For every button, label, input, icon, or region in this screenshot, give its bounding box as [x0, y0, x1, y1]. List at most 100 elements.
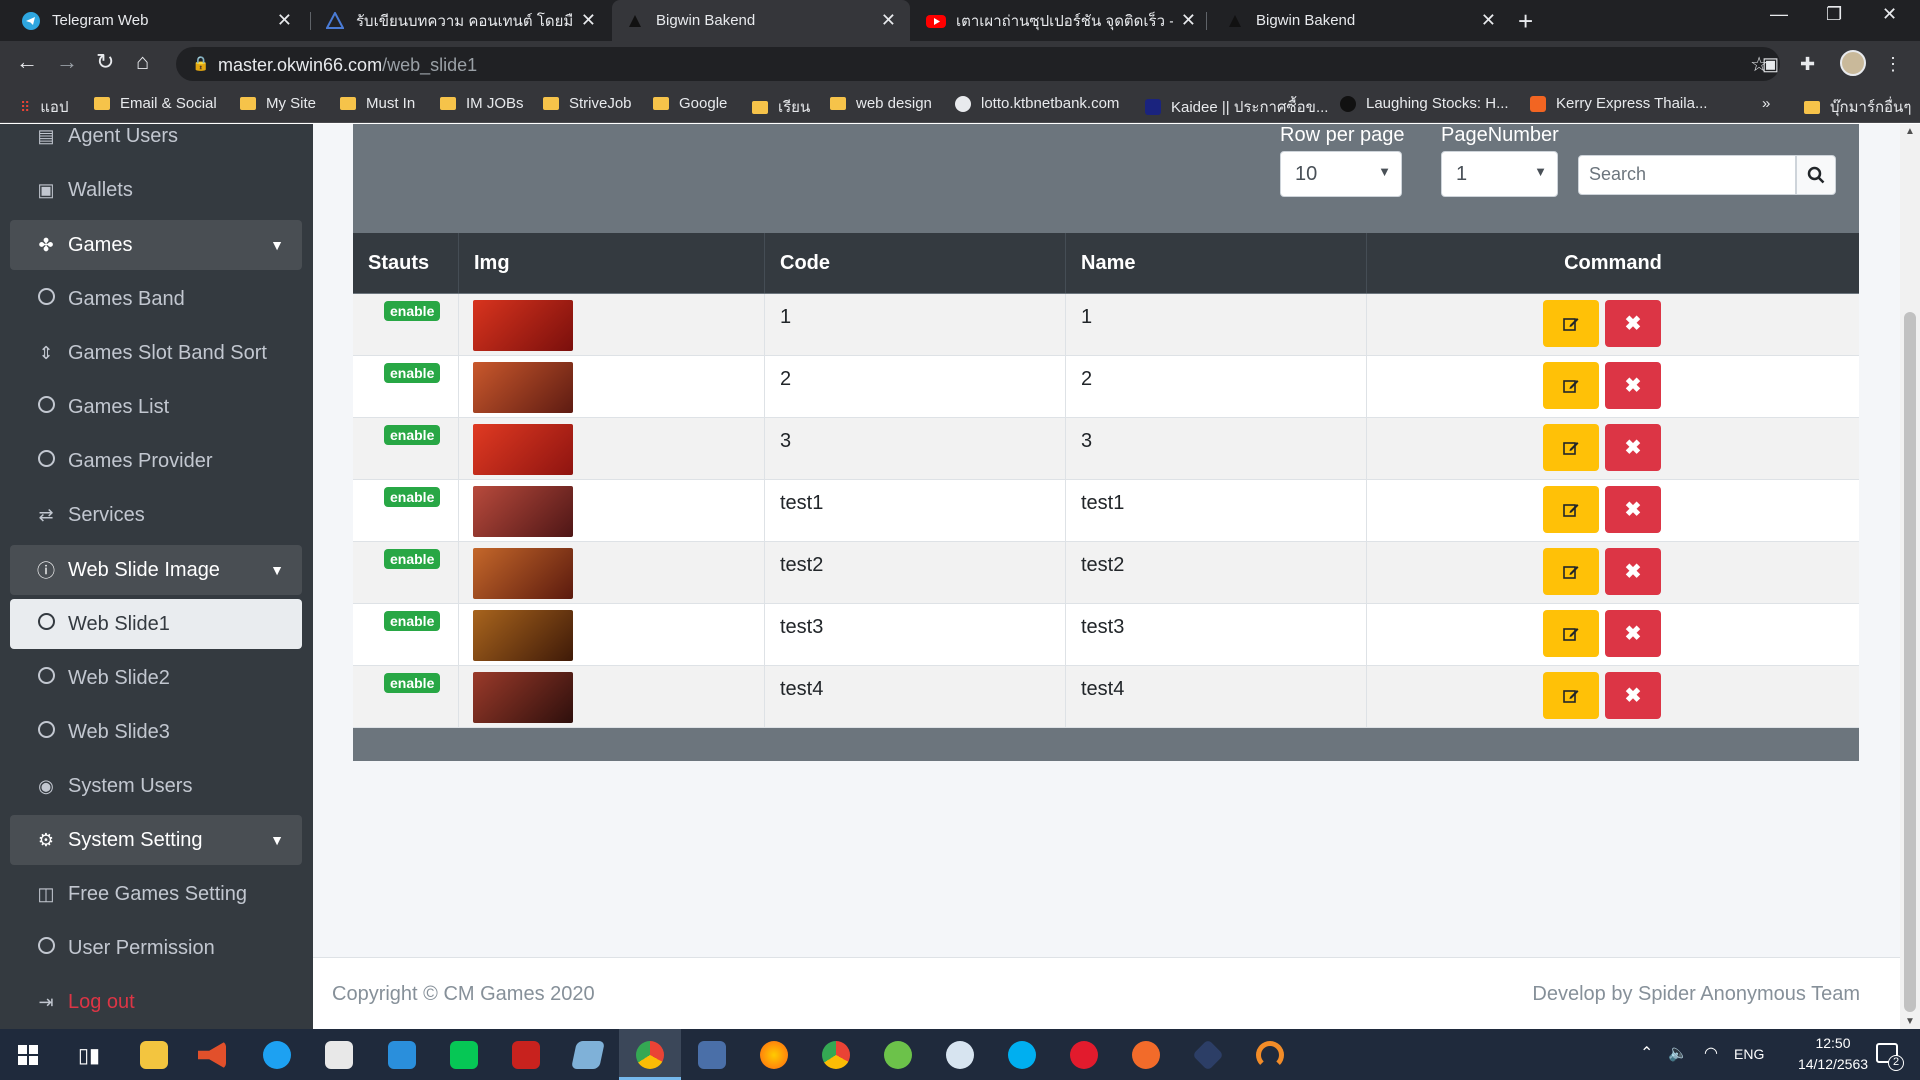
edit-button[interactable]	[1543, 424, 1599, 471]
delete-button[interactable]: ✖	[1605, 362, 1661, 409]
close-icon[interactable]: ✕	[881, 10, 896, 31]
sidebar-item-free-games-setting[interactable]: ◫ Free Games Setting	[10, 869, 302, 919]
close-icon[interactable]: ✕	[277, 10, 292, 31]
sidebar-item-log-out[interactable]: ⇥ Log out	[10, 977, 302, 1027]
sidebar-item-games-slot-band-sort[interactable]: ⇕ Games Slot Band Sort	[10, 328, 302, 378]
wifi-icon[interactable]: ◠	[1704, 1043, 1718, 1063]
bookmark-folder[interactable]: Must In	[340, 95, 415, 112]
extension-icon[interactable]: ▣	[1762, 54, 1779, 75]
restore-icon[interactable]: ❐	[1826, 4, 1842, 25]
edit-button[interactable]	[1543, 486, 1599, 533]
delete-button[interactable]: ✖	[1605, 486, 1661, 533]
clock-date[interactable]: 14/12/2563	[1788, 1056, 1878, 1072]
delete-button[interactable]: ✖	[1605, 548, 1661, 595]
windows-start-icon[interactable]	[18, 1045, 38, 1065]
paint-icon[interactable]	[946, 1041, 974, 1069]
url-text[interactable]: master.okwin66.com/web_slide1	[218, 55, 477, 76]
close-icon[interactable]: ✕	[581, 10, 596, 31]
sidebar-group-web-slide-image[interactable]: ⓘ Web Slide Image ▼	[10, 545, 302, 595]
sidebar-item-services[interactable]: ⇄ Services	[10, 490, 302, 540]
sidebar-item-web-slide1[interactable]: Web Slide1	[10, 599, 302, 649]
edit-button[interactable]	[1543, 300, 1599, 347]
page-scrollbar[interactable]: ▲ ▼	[1900, 124, 1920, 1029]
back-icon[interactable]: ←	[16, 49, 38, 75]
skype-icon[interactable]	[1008, 1041, 1036, 1069]
delete-button[interactable]: ✖	[1605, 672, 1661, 719]
reload-icon[interactable]: ↻	[96, 49, 114, 75]
browser-tab[interactable]: รับเขียนบทความ คอนเทนต์ โดยมืออาชีพ ✕	[312, 0, 610, 41]
sidebar-item-web-slide2[interactable]: Web Slide2	[10, 653, 302, 703]
window-close-icon[interactable]: ✕	[1882, 4, 1897, 25]
browser-tab[interactable]: Bigwin Bakend ✕	[1212, 0, 1510, 41]
blue-diamond-app-icon[interactable]	[1192, 1039, 1224, 1071]
bookmark-link[interactable]: Kerry Express Thaila...	[1530, 95, 1707, 112]
close-icon[interactable]: ✕	[1481, 10, 1496, 31]
delete-button[interactable]: ✖	[1605, 610, 1661, 657]
row-per-page-select[interactable]: 10 ▼	[1280, 151, 1402, 197]
sidebar-item-web-slide3[interactable]: Web Slide3	[10, 707, 302, 757]
edge-icon[interactable]	[263, 1041, 291, 1069]
clock-time[interactable]: 12:50	[1788, 1035, 1878, 1051]
notes-icon[interactable]	[571, 1041, 605, 1069]
bookmark-link[interactable]: Kaidee || ประกาศซื้อข...	[1145, 95, 1328, 119]
new-tab-button[interactable]: +	[1518, 6, 1533, 37]
bookmark-folder[interactable]: Google	[653, 95, 727, 112]
orange-ring-app-icon[interactable]	[1256, 1041, 1284, 1069]
home-icon[interactable]: ⌂	[136, 49, 149, 75]
bookmarks-overflow-button[interactable]: »	[1762, 95, 1770, 112]
bookmark-folder[interactable]: StriveJob	[543, 95, 632, 112]
chrome-icon[interactable]	[636, 1041, 664, 1069]
language-indicator[interactable]: ENG	[1734, 1046, 1764, 1062]
sidebar-item-games-provider[interactable]: Games Provider	[10, 436, 302, 486]
edit-button[interactable]	[1543, 610, 1599, 657]
delete-button[interactable]: ✖	[1605, 300, 1661, 347]
media-player-icon[interactable]	[198, 1041, 226, 1069]
chrome-profile-icon[interactable]	[822, 1041, 850, 1069]
opera-icon[interactable]	[1070, 1041, 1098, 1069]
bookmark-folder[interactable]: web design	[830, 95, 932, 112]
file-explorer-icon[interactable]	[140, 1041, 168, 1069]
scroll-down-icon[interactable]: ▼	[1905, 1016, 1915, 1027]
volume-icon[interactable]: 🔈	[1668, 1043, 1688, 1063]
firefox-icon[interactable]	[760, 1041, 788, 1069]
other-bookmarks-folder[interactable]: บุ๊กมาร์กอื่นๆ	[1804, 95, 1911, 119]
line-icon[interactable]	[450, 1041, 478, 1069]
store-icon[interactable]	[325, 1041, 353, 1069]
puzzle-icon[interactable]: ✚	[1800, 54, 1815, 75]
bookmark-folder[interactable]: เรียน	[752, 95, 810, 119]
browser-tab-active[interactable]: Bigwin Bakend ✕	[612, 0, 910, 41]
sidebar-group-games[interactable]: ✤ Games ▼	[10, 220, 302, 270]
safari-like-icon[interactable]	[1132, 1041, 1160, 1069]
sidebar-item-wallets[interactable]: ▣ Wallets	[10, 165, 302, 215]
close-icon[interactable]: ✕	[1181, 10, 1196, 31]
scrollbar-thumb[interactable]	[1904, 312, 1916, 1012]
bookmark-folder[interactable]: Email & Social	[94, 95, 217, 112]
sidebar-item-games-list[interactable]: Games List	[10, 382, 302, 432]
bookmark-folder[interactable]: IM JOBs	[440, 95, 524, 112]
bookmark-folder[interactable]: My Site	[240, 95, 316, 112]
menu-icon[interactable]: ⋮	[1884, 54, 1902, 75]
page-number-select[interactable]: 1 ▼	[1441, 151, 1558, 197]
green-app-icon[interactable]	[884, 1041, 912, 1069]
delete-button[interactable]: ✖	[1605, 424, 1661, 471]
scroll-up-icon[interactable]: ▲	[1905, 126, 1915, 137]
search-button[interactable]	[1796, 155, 1836, 195]
minimize-icon[interactable]: —	[1770, 4, 1788, 25]
filezilla-icon[interactable]	[512, 1041, 540, 1069]
sidebar-item-user-permission[interactable]: User Permission	[10, 923, 302, 973]
sidebar-item-games-band[interactable]: Games Band	[10, 274, 302, 324]
sidebar-item-agent-users[interactable]: ▤ Agent Users	[10, 111, 302, 161]
edit-button[interactable]	[1543, 362, 1599, 409]
bookmark-link[interactable]: lotto.ktbnetbank.com	[955, 95, 1119, 112]
edit-button[interactable]	[1543, 548, 1599, 595]
browser-tab[interactable]: Telegram Web ✕	[8, 0, 306, 41]
forward-icon[interactable]: →	[56, 49, 78, 75]
address-bar[interactable]: 🔒 master.okwin66.com/web_slide1 ☆	[176, 47, 1780, 81]
search-input[interactable]: Search	[1578, 155, 1796, 195]
calculator-icon[interactable]	[698, 1041, 726, 1069]
sidebar-item-system-users[interactable]: ◉ System Users	[10, 761, 302, 811]
chevron-up-icon[interactable]: ⌃	[1640, 1043, 1653, 1063]
profile-avatar[interactable]	[1840, 50, 1866, 76]
edit-button[interactable]	[1543, 672, 1599, 719]
task-view-icon[interactable]: ▯▮	[78, 1043, 100, 1068]
